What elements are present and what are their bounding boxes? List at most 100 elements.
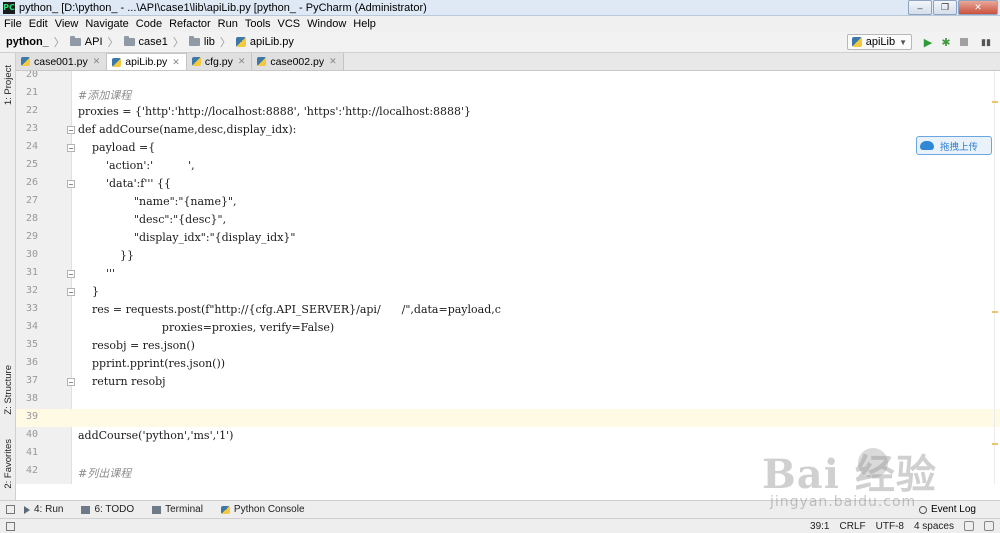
tab-case002[interactable]: case002.py ✕ (252, 53, 344, 70)
breadcrumb-label: apiLib.py (249, 36, 294, 48)
code-text: def addCourse(name,desc,display_idx): (78, 123, 297, 136)
python-console-tool-button[interactable]: Python Console (220, 504, 305, 515)
line-number: 38 (25, 393, 38, 404)
menu-refactor[interactable]: Refactor (169, 18, 211, 30)
run-configuration-select[interactable]: apiLib ▼ (846, 34, 912, 50)
code-editor[interactable]: 20 21 #添加课程 22 proxies = {'http':'http://l… (16, 71, 1000, 484)
line-number: 31 (25, 267, 38, 278)
todo-tool-label: 6: TODO (94, 504, 135, 515)
project-tool-tab[interactable]: 1: Project (0, 57, 16, 113)
code-line: 24 payload ={ (16, 139, 1000, 157)
tab-cfg[interactable]: cfg.py ✕ (186, 53, 253, 70)
fold-marker-icon[interactable] (67, 126, 75, 134)
cloud-icon (920, 141, 934, 150)
close-tab-icon[interactable]: ✕ (93, 56, 101, 67)
python-file-icon (21, 57, 30, 66)
code-line: 21 #添加课程 (16, 85, 1000, 103)
lock-icon[interactable] (964, 521, 974, 531)
breadcrumb-separator: 〉 (53, 37, 65, 49)
line-number: 26 (25, 177, 38, 188)
tool-windows-toggle-icon[interactable] (6, 505, 15, 514)
fold-marker-icon[interactable] (67, 180, 75, 188)
fold-marker-icon[interactable] (67, 288, 75, 296)
stripe-mark[interactable] (992, 101, 998, 103)
minimize-button[interactable]: – (908, 0, 932, 15)
run-tool-label: 4: Run (34, 504, 64, 515)
status-bar: 39:1 CRLF UTF-8 4 spaces (0, 518, 1000, 533)
terminal-icon (152, 505, 162, 514)
breadcrumb-root[interactable]: python_ (6, 36, 49, 48)
close-tab-icon[interactable]: ✕ (329, 56, 337, 67)
code-line: 35 resobj = res.json() (16, 337, 1000, 355)
fold-marker-icon[interactable] (67, 270, 75, 278)
close-tab-icon[interactable]: ✕ (172, 57, 180, 68)
breadcrumb-api[interactable]: API (69, 36, 103, 48)
favorites-tool-tab[interactable]: 2: Favorites (0, 433, 16, 495)
restore-button[interactable]: ❐ (933, 0, 957, 15)
tab-apilib[interactable]: apiLib.py ✕ (107, 53, 187, 70)
folder-icon (69, 36, 81, 46)
menu-run[interactable]: Run (218, 18, 238, 30)
menu-navigate[interactable]: Navigate (85, 18, 128, 30)
caret-position[interactable]: 39:1 (810, 521, 829, 532)
tab-case001[interactable]: case001.py ✕ (16, 53, 108, 70)
structure-tool-tab-label: Z: Structure (2, 365, 14, 415)
event-log-label: Event Log (930, 504, 976, 515)
folder-icon (123, 36, 135, 46)
pycharm-app-icon: PC (3, 1, 15, 14)
menu-code[interactable]: Code (136, 18, 162, 30)
menu-view[interactable]: View (55, 18, 79, 30)
run-icon[interactable]: ▶ (922, 36, 934, 49)
menu-file[interactable]: File (4, 18, 22, 30)
python-file-icon (191, 57, 201, 66)
menu-vcs[interactable]: VCS (278, 18, 301, 30)
status-toggle-icon[interactable] (6, 522, 15, 531)
debug-icon[interactable]: ✱ (940, 36, 952, 49)
code-text: } (78, 285, 99, 298)
line-number: 23 (25, 123, 38, 134)
breadcrumb-lib[interactable]: lib (188, 36, 215, 48)
code-comment: #添加课程 (78, 89, 132, 102)
tab-label: cfg.py (204, 55, 233, 68)
code-line: 30 }} (16, 247, 1000, 265)
current-line: 39 (16, 409, 1000, 427)
error-stripe[interactable] (990, 71, 1000, 484)
code-text: payload ={ (78, 141, 156, 154)
indent-setting[interactable]: 4 spaces (914, 521, 954, 532)
stripe-mark[interactable] (992, 311, 998, 313)
code-text: "name":"{name}", (78, 195, 237, 208)
layout-icon[interactable]: ▮▮ (980, 36, 992, 48)
python-console-icon (220, 505, 230, 514)
breadcrumb-apilib[interactable]: apiLib.py (235, 36, 294, 48)
drag-upload-button[interactable]: 拖拽上传 (916, 136, 992, 155)
stripe-mark[interactable] (992, 443, 998, 445)
menu-edit[interactable]: Edit (29, 18, 48, 30)
file-encoding[interactable]: UTF-8 (876, 521, 904, 532)
breadcrumb-root-label: python_ (6, 36, 49, 48)
terminal-tool-button[interactable]: Terminal (152, 504, 203, 515)
line-number: 28 (25, 213, 38, 224)
fold-marker-icon[interactable] (67, 144, 75, 152)
code-line: 28 "desc":"{desc}", (16, 211, 1000, 229)
structure-tool-tab[interactable]: Z: Structure (0, 359, 16, 421)
code-text: proxies=proxies, verify=False) (78, 321, 335, 334)
code-line: 37 return resobj (16, 373, 1000, 391)
line-number: 34 (25, 321, 38, 332)
line-number: 35 (25, 339, 38, 350)
event-log-button[interactable]: Event Log (918, 504, 976, 515)
close-tab-icon[interactable]: ✕ (238, 56, 246, 67)
breadcrumb-case1[interactable]: case1 (123, 36, 168, 48)
code-line: 38 (16, 391, 1000, 409)
editor-tab-bar: case001.py ✕ apiLib.py ✕ cfg.py ✕ case00… (16, 53, 1000, 71)
menu-window[interactable]: Window (307, 18, 346, 30)
run-tool-button[interactable]: 4: Run (24, 504, 63, 515)
close-button[interactable]: ✕ (958, 0, 998, 15)
menu-tools[interactable]: Tools (245, 18, 271, 30)
menu-help[interactable]: Help (353, 18, 376, 30)
folder-icon (188, 36, 200, 46)
todo-tool-button[interactable]: 6: TODO (81, 504, 134, 515)
line-separator[interactable]: CRLF (840, 521, 866, 532)
inspector-icon[interactable] (984, 521, 994, 531)
stop-icon[interactable] (958, 36, 970, 48)
fold-marker-icon[interactable] (67, 378, 75, 386)
